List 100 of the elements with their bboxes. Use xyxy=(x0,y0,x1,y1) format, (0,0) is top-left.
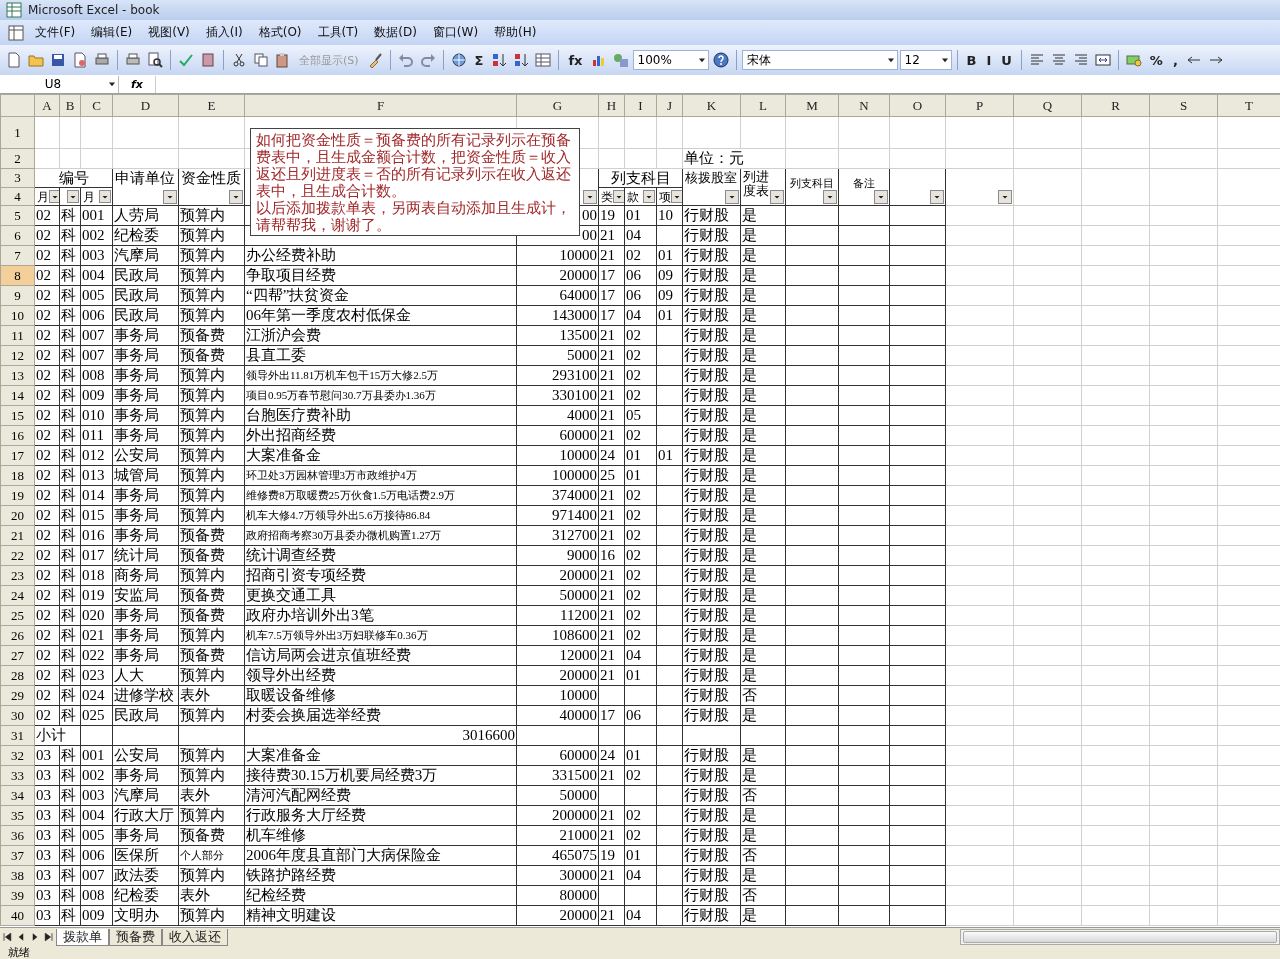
row-header[interactable]: 40 xyxy=(0,905,35,926)
menu-item[interactable]: 窗口(W) xyxy=(425,22,486,43)
row-header[interactable]: 21 xyxy=(0,525,35,546)
toolbar-button[interactable]: B xyxy=(962,51,981,69)
horizontal-scrollbar[interactable] xyxy=(960,929,1280,945)
row-header[interactable]: 15 xyxy=(0,405,35,426)
filter-dropdown-button[interactable] xyxy=(49,190,59,203)
row-header[interactable]: 20 xyxy=(0,505,35,526)
row-header[interactable]: 9 xyxy=(0,285,35,306)
toolbar-button[interactable]: I xyxy=(982,51,996,69)
row-header[interactable]: 36 xyxy=(0,825,35,846)
menu-item[interactable]: 文件(F) xyxy=(28,22,83,43)
column-header[interactable]: A xyxy=(34,94,60,117)
column-header[interactable]: S xyxy=(1149,94,1218,117)
column-header[interactable]: G xyxy=(516,94,599,117)
sheet-tab[interactable]: 拨款单 xyxy=(56,928,109,946)
column-header[interactable]: R xyxy=(1081,94,1150,117)
row-header[interactable]: 25 xyxy=(0,605,35,626)
column-header[interactable]: M xyxy=(785,94,839,117)
row-header[interactable]: 29 xyxy=(0,685,35,706)
help-icon[interactable] xyxy=(710,50,731,70)
toolbar-button[interactable]: U xyxy=(997,51,1016,69)
column-header[interactable]: F xyxy=(244,94,517,117)
menu-item[interactable]: 帮助(H) xyxy=(487,22,544,43)
filter-dropdown-button[interactable] xyxy=(874,190,888,204)
column-header[interactable]: J xyxy=(656,94,683,117)
column-header[interactable]: C xyxy=(80,94,113,117)
filter-dropdown-button[interactable] xyxy=(163,190,177,204)
column-header[interactable]: H xyxy=(598,94,625,117)
row-header[interactable]: 7 xyxy=(0,245,35,266)
row-header[interactable]: 11 xyxy=(0,325,35,346)
column-header[interactable]: B xyxy=(59,94,81,117)
column-header[interactable]: D xyxy=(112,94,179,117)
filter-dropdown-button[interactable] xyxy=(583,190,597,204)
dropdown-field[interactable]: 12 xyxy=(899,50,952,70)
row-header[interactable]: 8 xyxy=(0,265,35,286)
row-header[interactable]: 23 xyxy=(0,565,35,586)
row-header[interactable]: 22 xyxy=(0,545,35,566)
column-header[interactable]: N xyxy=(838,94,890,117)
filter-dropdown-button[interactable] xyxy=(998,190,1012,204)
row-header[interactable]: 17 xyxy=(0,445,35,466)
row-header[interactable]: 16 xyxy=(0,425,35,446)
row-header[interactable]: 34 xyxy=(0,785,35,806)
menu-item[interactable]: 视图(V) xyxy=(141,22,197,43)
magnifier-icon[interactable] xyxy=(145,50,165,70)
filter-dropdown-button[interactable] xyxy=(823,190,837,204)
menu-item[interactable]: 编辑(E) xyxy=(84,22,140,43)
row-header[interactable]: 24 xyxy=(0,585,35,606)
column-header[interactable]: P xyxy=(945,94,1014,117)
sheet-tab[interactable]: 预备费 xyxy=(109,928,162,946)
row-header[interactable]: 39 xyxy=(0,885,35,906)
menu-item[interactable]: 工具(T) xyxy=(310,22,366,43)
row-header[interactable]: 28 xyxy=(0,665,35,686)
row-header[interactable]: 26 xyxy=(0,625,35,646)
filter-dropdown-button[interactable] xyxy=(930,190,944,204)
column-header[interactable]: I xyxy=(624,94,657,117)
filter-dropdown-button[interactable] xyxy=(99,190,111,203)
filter-dropdown-button[interactable] xyxy=(725,190,739,204)
filter-dropdown-button[interactable] xyxy=(613,190,624,203)
column-header[interactable]: T xyxy=(1217,94,1280,117)
row-header[interactable]: 38 xyxy=(0,865,35,886)
filter-dropdown-button[interactable] xyxy=(643,190,655,203)
filter-dropdown-button[interactable] xyxy=(229,190,243,204)
menu-item[interactable]: 数据(D) xyxy=(367,22,424,43)
row-header[interactable]: 1 xyxy=(0,116,35,149)
row-header[interactable]: 33 xyxy=(0,765,35,786)
row-header[interactable]: 27 xyxy=(0,645,35,666)
column-header[interactable]: O xyxy=(889,94,946,117)
column-header[interactable]: Q xyxy=(1013,94,1082,117)
toolbar-button[interactable]: Σ xyxy=(470,51,488,69)
row-header[interactable]: 19 xyxy=(0,485,35,506)
sheet-tab[interactable]: 收入返还 xyxy=(162,928,228,946)
toolbar-button[interactable]: , xyxy=(1168,51,1182,69)
row-header[interactable]: 12 xyxy=(0,345,35,366)
menu-item[interactable]: 插入(I) xyxy=(198,22,250,43)
column-header[interactable]: K xyxy=(682,94,741,117)
navigation-arrow-icon[interactable] xyxy=(1,931,13,943)
row-header[interactable]: 10 xyxy=(0,305,35,326)
row-header[interactable]: 35 xyxy=(0,805,35,826)
row-header[interactable]: 37 xyxy=(0,845,35,866)
row-header[interactable]: 30 xyxy=(0,705,35,726)
row-header[interactable]: 31 xyxy=(0,725,35,746)
column-header[interactable]: L xyxy=(740,94,786,117)
spreadsheet-icon[interactable] xyxy=(6,22,26,43)
filter-dropdown-button[interactable] xyxy=(770,190,784,204)
row-header[interactable]: 2 xyxy=(0,148,35,169)
row-header[interactable]: 14 xyxy=(0,385,35,406)
toolbar-button[interactable]: % xyxy=(1145,51,1167,69)
column-header[interactable]: E xyxy=(178,94,245,117)
table-icon[interactable] xyxy=(533,50,554,70)
filter-dropdown-button[interactable] xyxy=(671,190,682,203)
filter-dropdown-button[interactable] xyxy=(67,190,79,203)
navigation-arrow-icon[interactable] xyxy=(43,931,55,943)
dropdown-field[interactable]: 宋体 xyxy=(741,50,898,70)
toolbar-button[interactable]: fx xyxy=(564,51,587,69)
row-header[interactable]: 5 xyxy=(0,205,35,226)
name-box[interactable]: U8 xyxy=(0,75,119,93)
row-header[interactable]: 6 xyxy=(0,225,35,246)
insert-function-button[interactable]: fx xyxy=(119,77,155,91)
dropdown-field[interactable]: 100% xyxy=(632,50,709,70)
